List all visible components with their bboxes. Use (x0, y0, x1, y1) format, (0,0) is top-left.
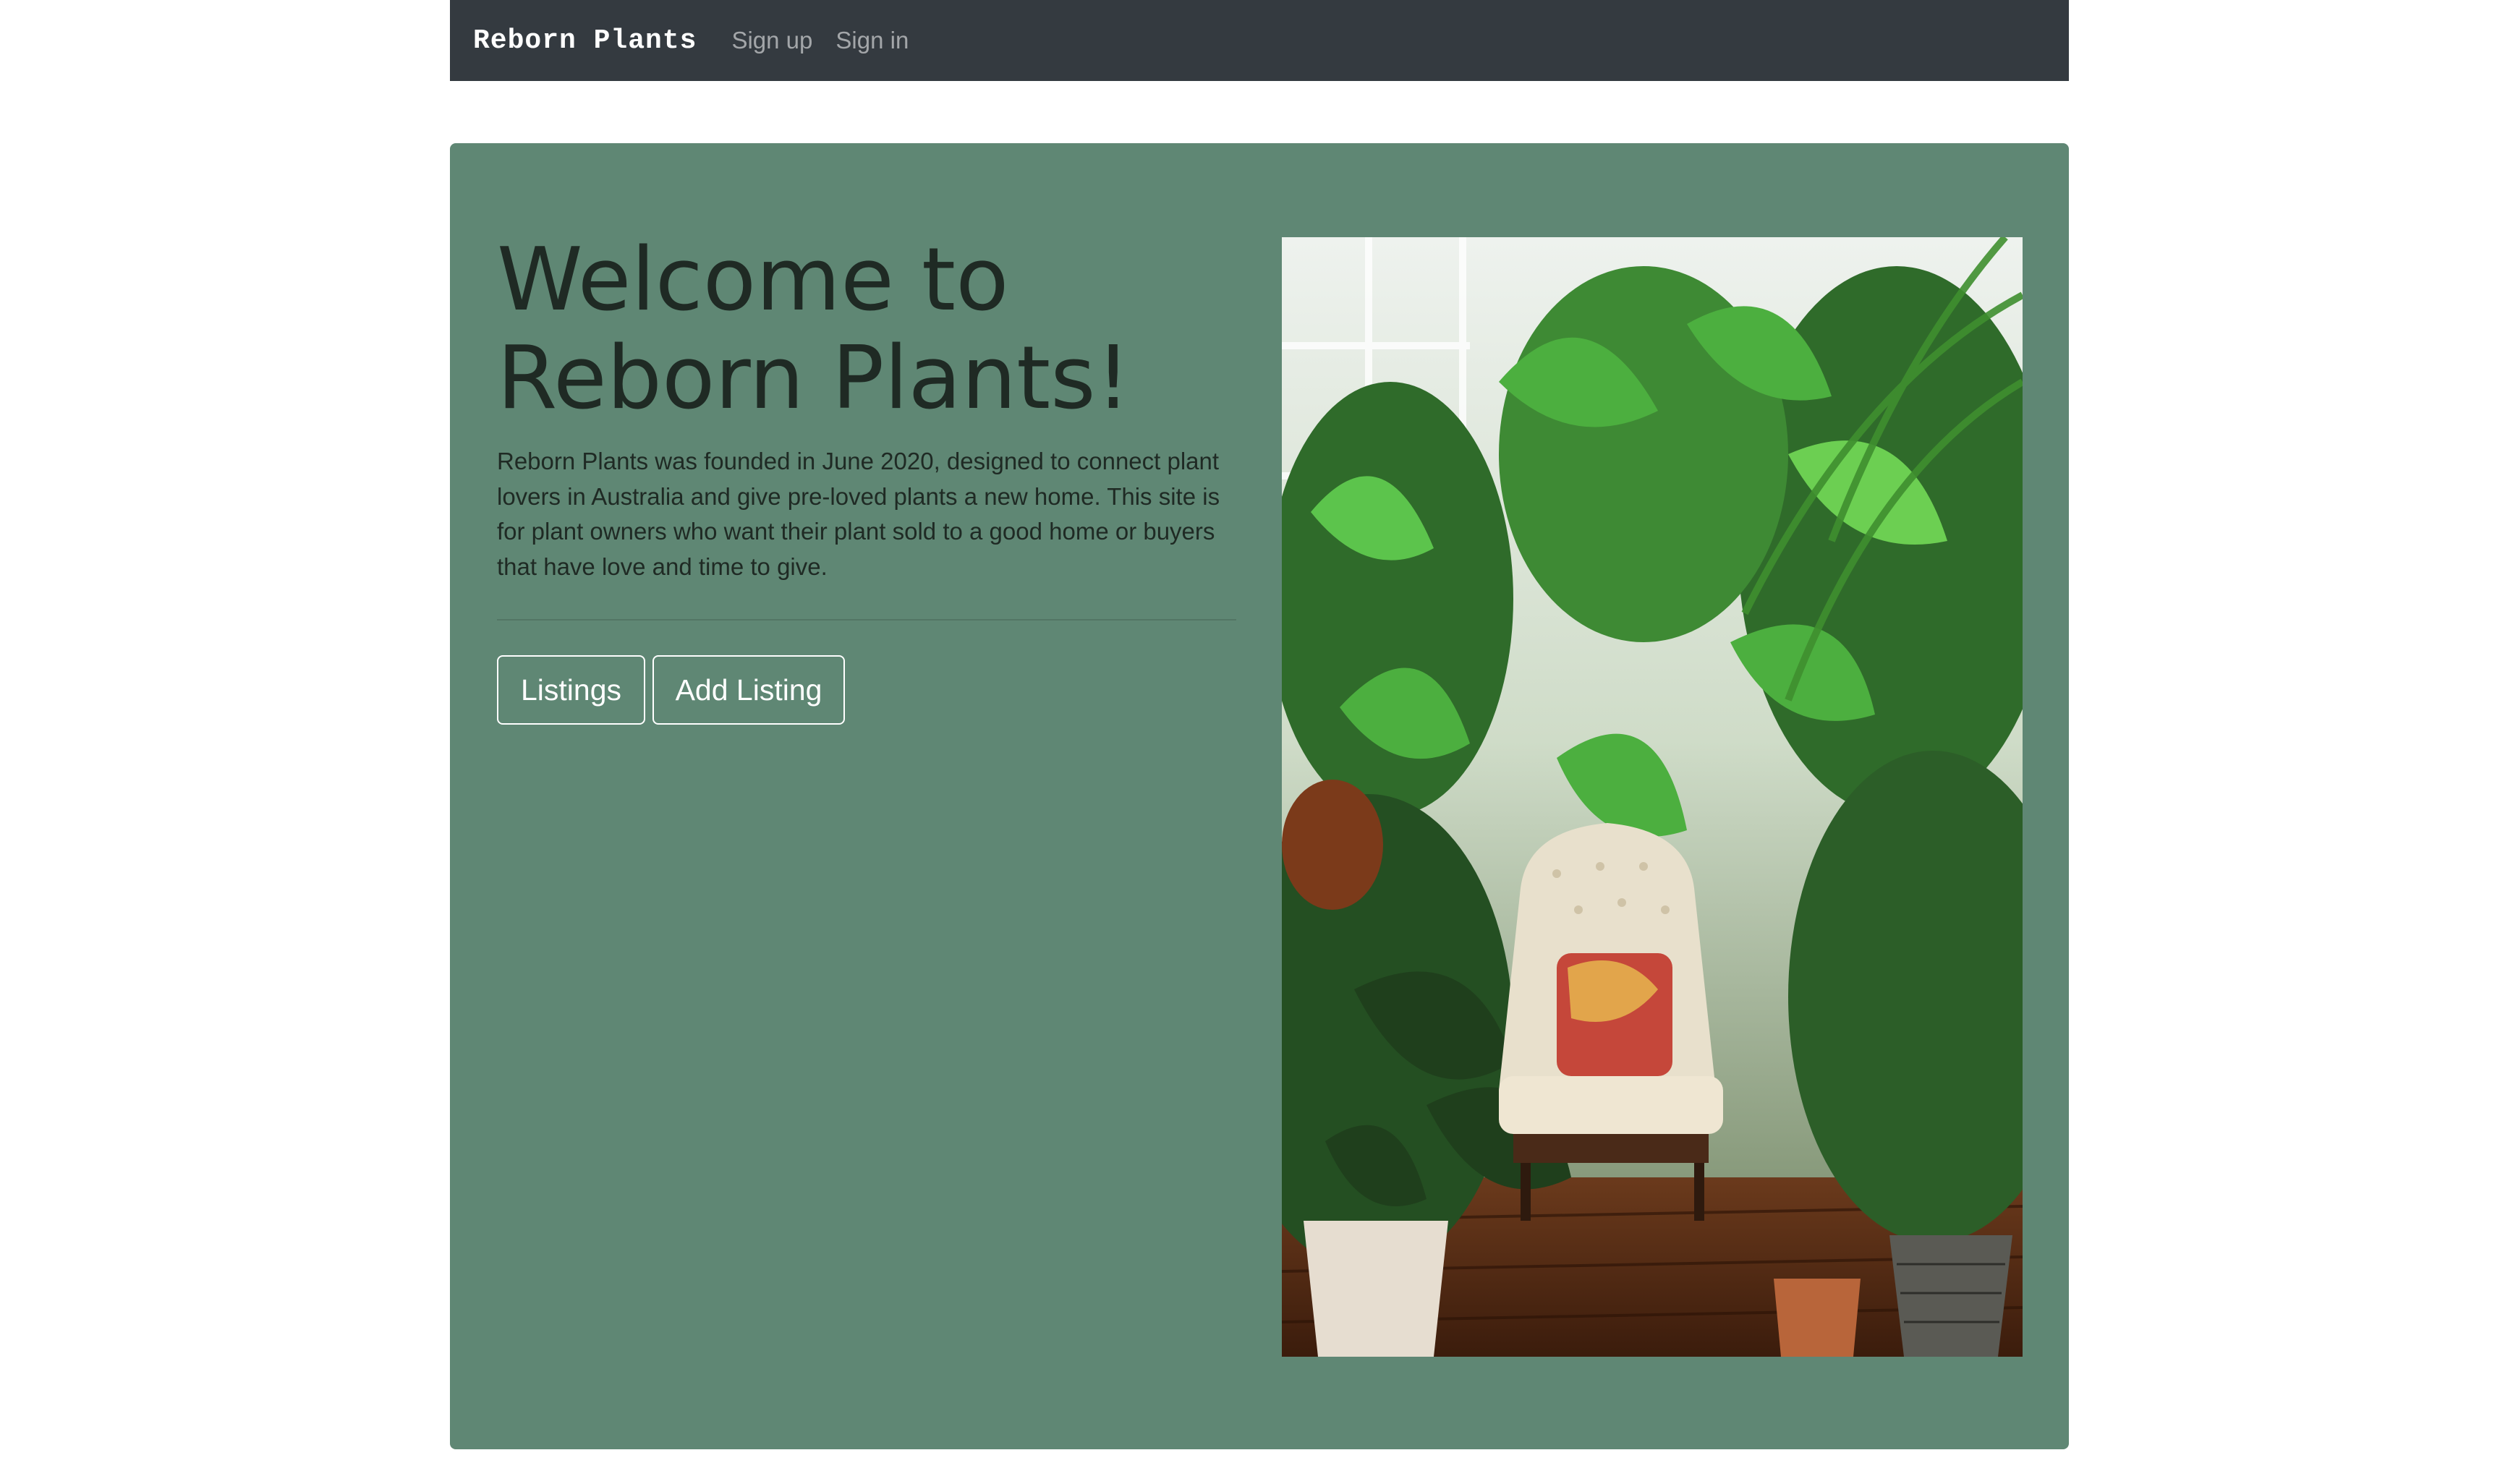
nav-link-sign-in[interactable]: Sign in (836, 27, 909, 54)
hero-description: Reborn Plants was founded in June 2020, … (497, 448, 1220, 580)
hero-jumbotron: Welcome to Reborn Plants! Reborn Plants … (450, 143, 2069, 1449)
page-title-line-1: Welcome to (497, 230, 1009, 331)
listings-button[interactable]: Listings (497, 655, 645, 725)
page-title: Welcome to Reborn Plants! (497, 231, 1236, 428)
nav-link-sign-up[interactable]: Sign up (731, 27, 812, 54)
hero-text-column: Welcome to Reborn Plants! Reborn Plants … (497, 231, 1236, 725)
brand-logo[interactable]: Reborn Plants (473, 25, 697, 56)
hero-plant-photo (1282, 237, 2023, 1357)
hero-divider (497, 619, 1236, 621)
hero-button-group: Listings Add Listing (497, 655, 1236, 725)
add-listing-button[interactable]: Add Listing (652, 655, 845, 725)
page-title-line-2: Reborn Plants! (497, 328, 1131, 429)
top-navbar: Reborn Plants Sign up Sign in (450, 0, 2069, 81)
